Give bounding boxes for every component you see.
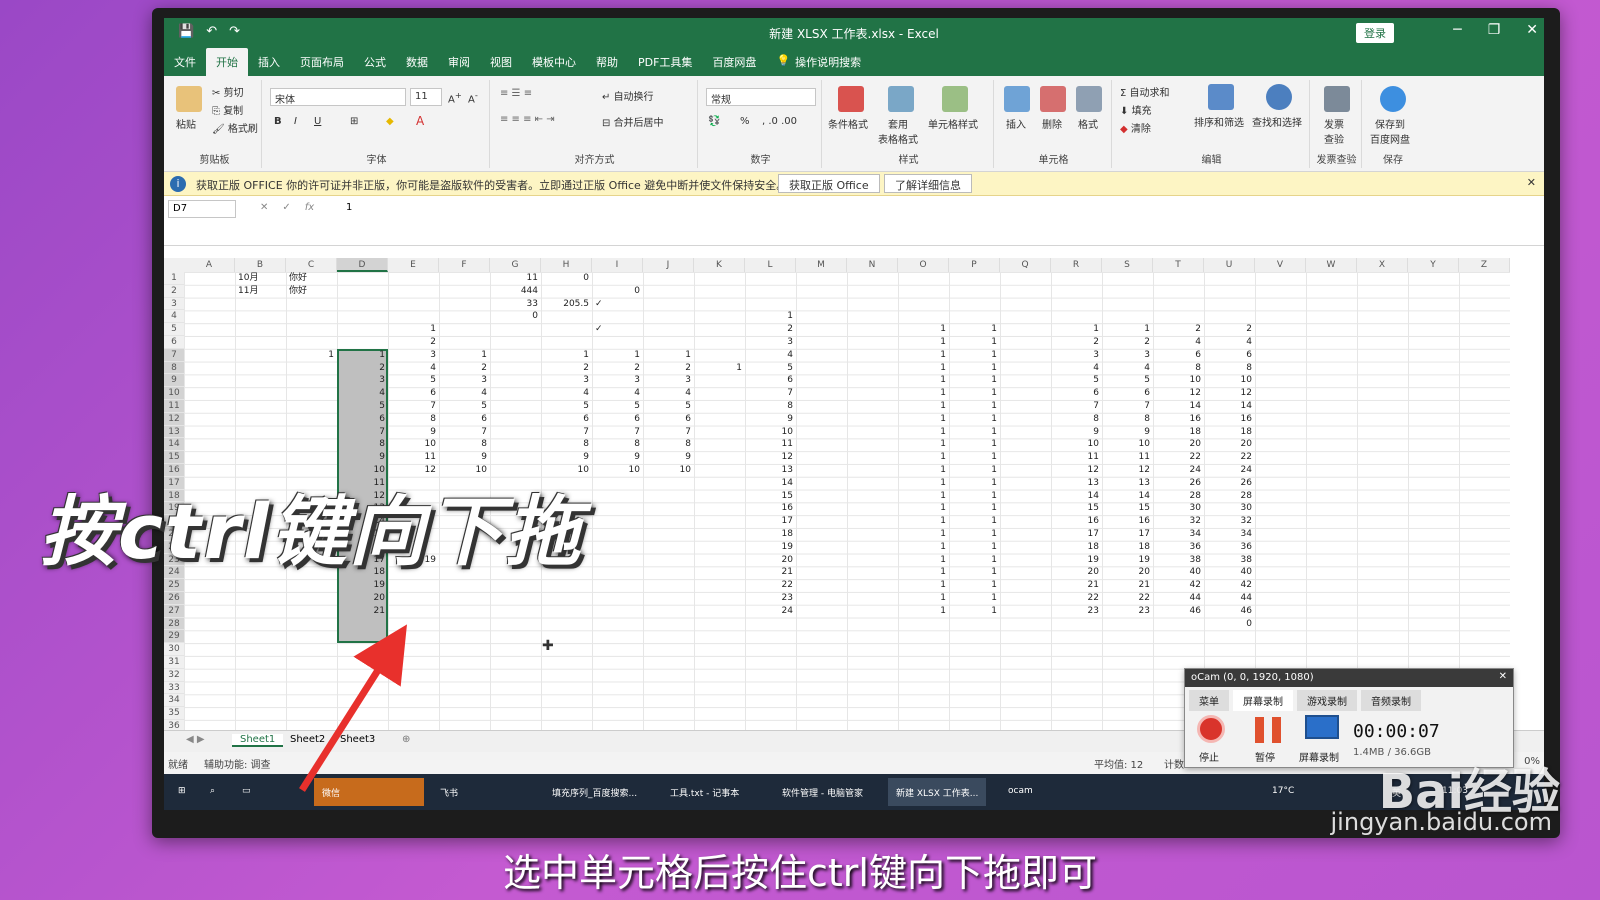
watermark-url: jingyan.baidu.com <box>1330 808 1552 836</box>
red-arrow-annotation <box>299 624 407 792</box>
video-caption: 选中单元格后按住ctrl键向下拖即可 <box>503 851 1097 895</box>
instruction-overlay: 按ctrl键向下拖 <box>40 487 583 576</box>
